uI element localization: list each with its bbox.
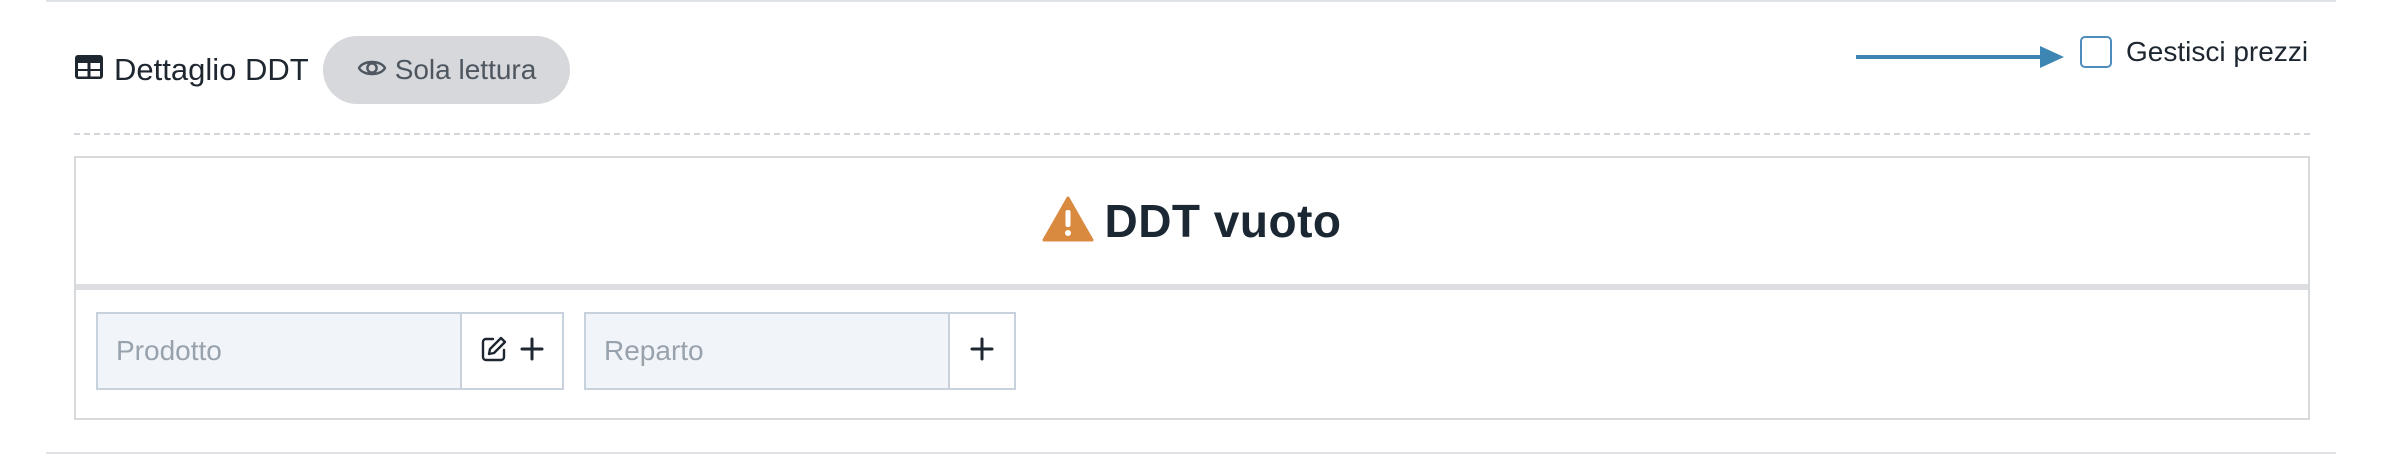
add-department-button[interactable] [950, 314, 1014, 388]
section-title: Dettaglio DDT [74, 52, 309, 88]
empty-state-title: DDT vuoto [1104, 195, 1342, 247]
edit-icon[interactable] [480, 335, 508, 368]
table-icon [74, 52, 104, 88]
section-header: Dettaglio DDT Sola lettura [74, 36, 571, 104]
product-input-group: Prodotto [96, 312, 564, 390]
department-input[interactable]: Reparto [586, 314, 950, 388]
department-input-group: Reparto [584, 312, 1016, 390]
warning-icon [1042, 196, 1094, 247]
empty-state: DDT vuoto [76, 158, 2308, 290]
section-title-text: Dettaglio DDT [114, 52, 309, 87]
top-divider [46, 0, 2336, 2]
plus-icon [970, 337, 994, 366]
manage-prices-checkbox[interactable] [2080, 36, 2112, 68]
manage-prices-toggle[interactable]: Gestisci prezzi [2080, 36, 2308, 68]
dashed-divider [74, 133, 2310, 135]
read-only-badge-text: Sola lettura [394, 54, 537, 85]
arrow-right-icon [1856, 42, 2066, 77]
manage-prices-label[interactable]: Gestisci prezzi [2126, 36, 2308, 68]
product-input[interactable]: Prodotto [98, 314, 462, 388]
product-actions [462, 314, 562, 388]
read-only-badge: Sola lettura [322, 36, 571, 104]
bottom-divider [46, 452, 2336, 454]
ddt-detail-panel: DDT vuoto Prodotto Reparto [74, 156, 2310, 420]
add-row-inputs: Prodotto Reparto [96, 312, 1016, 390]
plus-icon[interactable] [520, 337, 544, 366]
eye-icon [357, 54, 387, 86]
